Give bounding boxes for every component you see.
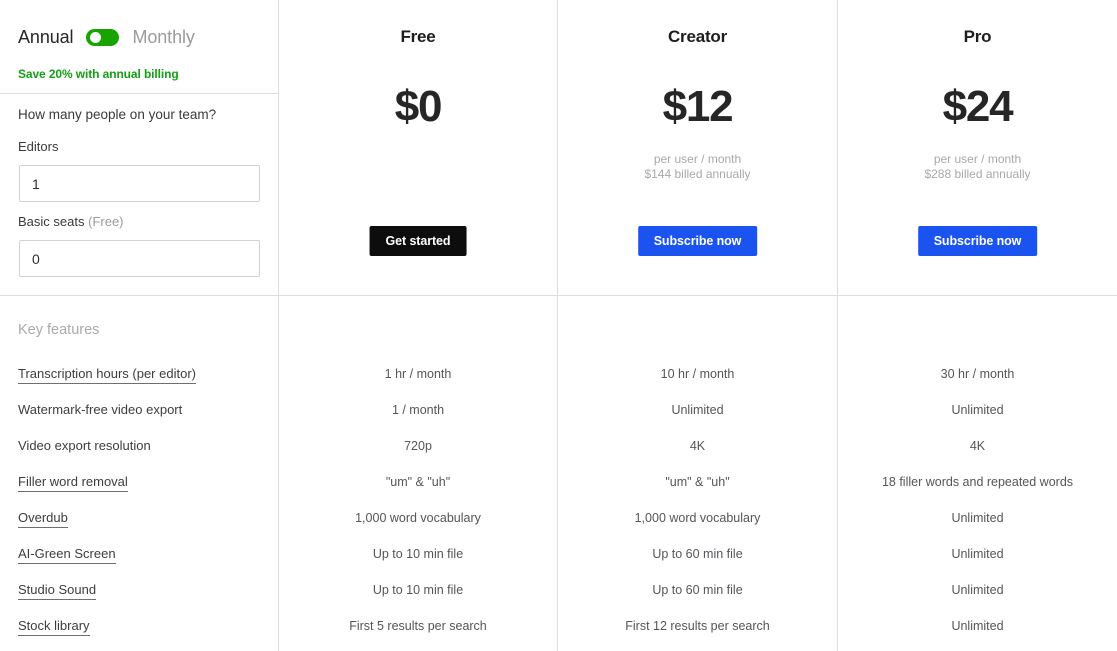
feature-value-cell: Up to 60 min file [652, 583, 743, 597]
feature-label-row: Video export resolution [18, 438, 151, 453]
plan-header-free: Free $0 Get started [279, 0, 558, 295]
editors-field-label: Editors [18, 139, 58, 154]
feature-value-cell: Up to 60 min file [652, 547, 743, 561]
feature-label-row: Watermark-free video export [18, 402, 183, 417]
plan-header-pro: Pro $24 per user / month $288 billed ann… [838, 0, 1117, 295]
feature-value-cell: 4K [689, 439, 706, 453]
plan-price-free: $0 [394, 82, 443, 131]
pricing-page: Annual Monthly Save 20% with annual bill… [0, 0, 1117, 651]
feature-value-cell: 10 hr / month [660, 367, 735, 381]
team-size-question: How many people on your team? [18, 107, 217, 122]
plan-name-free: Free [400, 27, 436, 46]
plan-sub-line2-pro: $288 billed annually [924, 167, 1031, 181]
plan-price-creator: $12 [662, 82, 734, 131]
key-features-heading: Key features [18, 322, 100, 338]
plan-sub-line2-creator: $144 billed annually [644, 167, 751, 181]
plan-name-creator: Creator [667, 27, 728, 46]
billing-period-toggle-row: Annual Monthly [18, 27, 195, 48]
feature-value-cell: 18 filler words and repeated words [881, 475, 1074, 489]
sidebar-divider [0, 93, 279, 94]
feature-value-cell: Unlimited [671, 403, 724, 417]
feature-value-cell: "um" & "uh" [385, 475, 451, 489]
feature-label-row[interactable]: Stock library [18, 618, 90, 636]
feature-value-cell: 720p [404, 439, 432, 453]
plan-name-pro: Pro [963, 27, 992, 46]
feature-label-row[interactable]: Transcription hours (per editor) [18, 366, 196, 384]
feature-label-row[interactable]: Studio Sound [18, 582, 97, 600]
basic-seats-label-text: Basic seats [18, 214, 85, 229]
plans-header-section: Annual Monthly Save 20% with annual bill… [0, 0, 1117, 296]
plan-sub-line1-pro: per user / month [933, 152, 1022, 166]
feature-values-column-creator: 10 hr / month Unlimited 4K "um" & "uh" 1,000… [558, 296, 838, 651]
editors-label-text: Editors [18, 139, 59, 154]
feature-labels-column: Key features Transcription hours (per ed… [0, 296, 279, 651]
feature-value-cell: 1 / month [391, 403, 445, 417]
get-started-button[interactable]: Get started [369, 226, 467, 256]
feature-value-cell: Unlimited [951, 511, 1004, 525]
feature-label-row[interactable]: Overdub [18, 510, 68, 528]
feature-value-cell: 30 hr / month [940, 367, 1015, 381]
plan-sub-line1-creator: per user / month [653, 152, 742, 166]
feature-value-cell: Unlimited [951, 619, 1004, 633]
feature-value-cell: Unlimited [951, 583, 1004, 597]
billing-switch-knob [89, 32, 101, 43]
plan-price-sub-creator: per user / month $144 billed annually [558, 152, 837, 182]
feature-value-cell: First 12 results per search [625, 619, 770, 633]
billing-monthly-label[interactable]: Monthly [132, 27, 194, 48]
feature-value-cell: Unlimited [951, 403, 1004, 417]
feature-value-cell: 1 hr / month [384, 367, 452, 381]
plan-header-creator: Creator $12 per user / month $144 billed… [558, 0, 838, 295]
editors-count-input[interactable] [19, 165, 260, 202]
key-features-section: Key features Transcription hours (per ed… [0, 296, 1117, 651]
subscribe-now-button-pro[interactable]: Subscribe now [917, 226, 1038, 256]
feature-value-cell: 1,000 word vocabulary [355, 511, 481, 525]
feature-values-column-free: 1 hr / month 1 / month 720p "um" & "uh" 1,00… [279, 296, 558, 651]
plan-price-pro: $24 [942, 82, 1014, 131]
annual-savings-note: Save 20% with annual billing [18, 67, 179, 81]
basic-seats-field-label: Basic seats (Free) [18, 214, 124, 229]
feature-value-cell: "um" & "uh" [665, 475, 730, 489]
feature-value-cell: 1,000 word vocabulary [634, 511, 761, 525]
feature-values-column-pro: 30 hr / month Unlimited 4K 18 filler words … [838, 296, 1117, 651]
billing-controls-panel: Annual Monthly Save 20% with annual bill… [0, 0, 279, 295]
feature-value-cell: Up to 10 min file [372, 583, 464, 597]
billing-annual-label[interactable]: Annual [18, 27, 74, 48]
feature-value-cell: Unlimited [951, 547, 1004, 561]
billing-period-switch[interactable] [86, 29, 120, 46]
plan-price-sub-pro: per user / month $288 billed annually [838, 152, 1117, 182]
subscribe-now-button-creator[interactable]: Subscribe now [637, 226, 758, 256]
feature-value-cell: First 5 results per search [349, 619, 487, 633]
feature-label-row[interactable]: AI-Green Screen [18, 546, 116, 564]
basic-seats-count-input[interactable] [19, 240, 260, 277]
feature-value-cell: Up to 10 min file [372, 547, 464, 561]
basic-seats-free-tag: (Free) [88, 214, 124, 229]
feature-value-cell: 4K [969, 439, 986, 453]
feature-label-row[interactable]: Filler word removal [18, 474, 128, 492]
